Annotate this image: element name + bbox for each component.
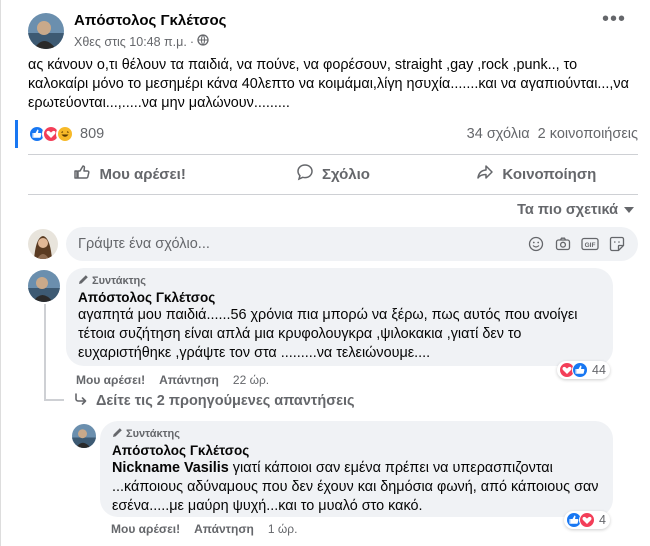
author-badge: Συντάκτης bbox=[78, 274, 601, 288]
comment-reaction-count: 44 bbox=[592, 363, 606, 377]
composer-tools: GIF bbox=[527, 235, 638, 253]
stats-right: 34 σχόλια 2 κοινοποιήσεις bbox=[467, 126, 638, 142]
thread-line bbox=[44, 304, 46, 399]
pencil-icon bbox=[78, 274, 89, 288]
divider bbox=[28, 154, 638, 155]
current-user-avatar bbox=[28, 229, 58, 259]
comment-author-name[interactable]: Απόστολος Γκλέτσος bbox=[112, 443, 601, 458]
pencil-icon bbox=[112, 427, 123, 441]
post-author-name[interactable]: Απόστολος Γκλέτσος bbox=[74, 12, 226, 29]
author-badge: Συντάκτης bbox=[112, 427, 601, 441]
comment-actions: Μου αρέσει! Απάντηση 1 ώρ. bbox=[111, 522, 297, 536]
comment-sort-dropdown[interactable]: Τα πιο σχετικά bbox=[517, 202, 634, 218]
comment-author-name[interactable]: Απόστολος Γκλέτσος bbox=[78, 290, 601, 305]
caret-down-icon bbox=[624, 202, 634, 218]
comment-input[interactable] bbox=[78, 236, 518, 252]
shares-count[interactable]: 2 κοινοποιήσεις bbox=[538, 126, 638, 142]
view-previous-replies[interactable]: Δείτε τις 2 προηγούμενες απαντήσεις bbox=[74, 393, 355, 409]
more-options-icon[interactable]: ••• bbox=[602, 8, 626, 31]
post-text: ας κάνουν ο,τι θέλουν τα παιδιά, να πούν… bbox=[28, 57, 629, 111]
comment-button[interactable]: Σχόλιο bbox=[231, 158, 434, 190]
comment-avatar[interactable] bbox=[28, 270, 60, 302]
comment-reactions[interactable]: 4 bbox=[564, 511, 610, 529]
comment-reply-button[interactable]: Απάντηση bbox=[159, 373, 219, 387]
accent-bar bbox=[15, 120, 18, 148]
svg-text:GIF: GIF bbox=[585, 242, 596, 249]
globe-icon bbox=[197, 34, 209, 49]
like-reaction-icon bbox=[572, 362, 588, 378]
mention-link[interactable]: Nickname Vasilis bbox=[112, 460, 229, 476]
emoji-icon[interactable] bbox=[527, 235, 545, 253]
reaction-summary[interactable]: 809 bbox=[28, 125, 104, 143]
reply-arrow-icon bbox=[74, 393, 88, 409]
camera-icon[interactable] bbox=[554, 235, 572, 253]
comment-time[interactable]: 1 ώρ. bbox=[268, 522, 298, 536]
thread-line bbox=[44, 399, 64, 401]
post-meta: Χθες στις 10:48 π.μ. · bbox=[74, 34, 209, 49]
share-arrow-icon bbox=[476, 163, 494, 185]
comment-text: αγαπητά μου παιδιά......56 χρόνια πια μπ… bbox=[78, 307, 578, 361]
like-button[interactable]: Μου αρέσει! bbox=[28, 158, 231, 190]
reaction-count: 809 bbox=[80, 126, 105, 142]
comments-count[interactable]: 34 σχόλια bbox=[467, 126, 530, 142]
share-button[interactable]: Κοινοποίηση bbox=[435, 158, 638, 190]
gif-icon[interactable]: GIF bbox=[581, 235, 599, 253]
comment-like-button[interactable]: Μου αρέσει! bbox=[111, 522, 180, 536]
post-stats: 809 34 σχόλια 2 κοινοποιήσεις bbox=[28, 124, 638, 144]
comment-bubble-icon bbox=[296, 163, 314, 185]
author-avatar[interactable] bbox=[28, 13, 64, 49]
reply-bubble: Συντάκτης Απόστολος Γκλέτσος Nickname Va… bbox=[100, 421, 613, 517]
thumbs-up-icon bbox=[73, 163, 91, 185]
post-actions: Μου αρέσει! Σχόλιο Κοινοποίηση bbox=[28, 158, 638, 190]
comment-like-button[interactable]: Μου αρέσει! bbox=[76, 373, 145, 387]
comment-reactions[interactable]: 44 bbox=[557, 361, 610, 379]
comment-reaction-count: 4 bbox=[599, 513, 606, 527]
divider bbox=[28, 194, 638, 195]
comment-reply-button[interactable]: Απάντηση bbox=[194, 522, 254, 536]
comment-text: Nickname Vasilis γιατί κάποιοι σαν εμένα… bbox=[112, 460, 599, 514]
love-reaction-icon bbox=[579, 512, 595, 528]
post-card: Απόστολος Γκλέτσος Χθες στις 10:48 π.μ. … bbox=[0, 0, 650, 546]
post-time[interactable]: Χθες στις 10:48 π.μ. bbox=[74, 35, 187, 49]
haha-reaction-icon bbox=[56, 125, 74, 143]
comment-avatar[interactable] bbox=[72, 424, 96, 448]
comment-time[interactable]: 22 ώρ. bbox=[233, 373, 269, 387]
comment-composer: GIF bbox=[66, 227, 638, 261]
comment-bubble: Συντάκτης Απόστολος Γκλέτσος αγαπητά μου… bbox=[66, 268, 613, 366]
sticker-icon[interactable] bbox=[608, 235, 626, 253]
comment-actions: Μου αρέσει! Απάντηση 22 ώρ. bbox=[76, 373, 269, 387]
